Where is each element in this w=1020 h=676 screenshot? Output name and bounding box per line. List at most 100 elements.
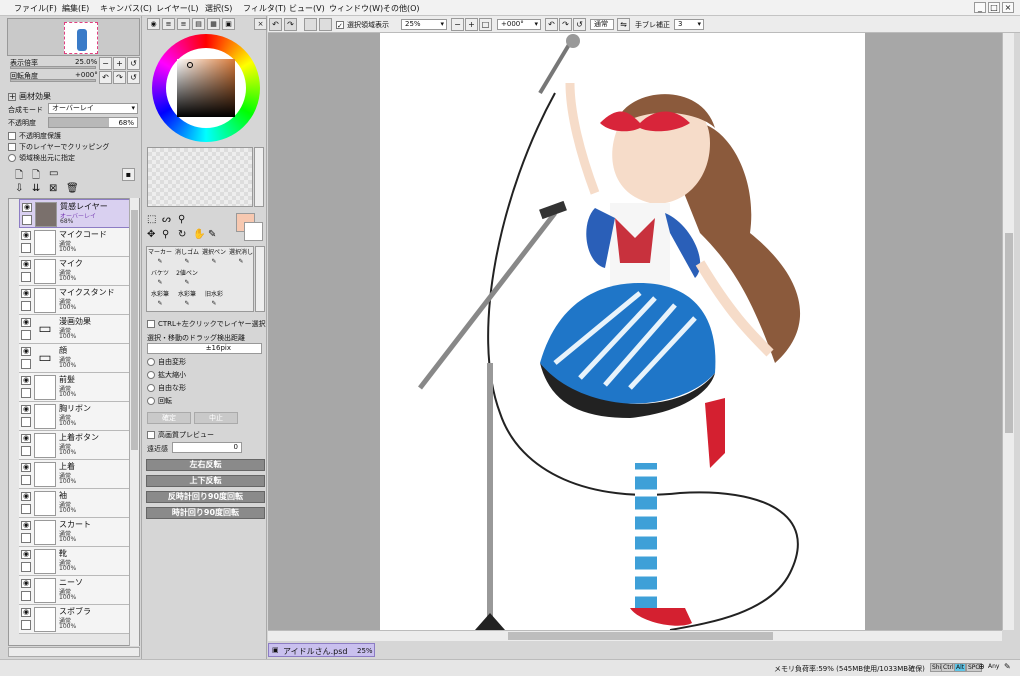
canvas-vscroll-thumb[interactable]	[1005, 233, 1013, 433]
blend-mode-select[interactable]: オーバーレイ ▾	[48, 103, 138, 114]
rect-select-icon[interactable]: ⬚	[147, 214, 156, 225]
flip-horizontal-button[interactable]: 左右反転	[146, 459, 265, 471]
merge-down-icon[interactable]: ⇊	[32, 183, 40, 194]
transform-shape[interactable]: 自由な形	[147, 383, 186, 393]
rotate-view-icon[interactable]: ↻	[178, 229, 186, 240]
clear-layer-icon[interactable]: ⊠	[49, 183, 57, 194]
menu-filter[interactable]: フィルタ(T)	[243, 3, 286, 14]
canvas-hscroll-thumb[interactable]	[508, 632, 773, 640]
hand-icon[interactable]: ✋	[193, 229, 205, 240]
layer-lock-icon[interactable]	[21, 417, 31, 427]
canvas-document[interactable]	[380, 33, 865, 630]
layer-row[interactable]: ◉ ▭ 漫画効果 通常 100%	[19, 315, 137, 344]
tool-cell[interactable]	[228, 290, 254, 310]
layer-row[interactable]: ◉ 胸リボン 通常 100%	[19, 402, 137, 431]
tool-cell[interactable]: バケツ ✎	[147, 269, 173, 289]
layer-lock-icon[interactable]	[21, 243, 31, 253]
layer-lock-icon[interactable]	[21, 504, 31, 514]
layer-lock-icon[interactable]	[21, 301, 31, 311]
tool-cell[interactable]: 水彩筆 ✎	[174, 290, 200, 310]
effects-header[interactable]: + 画材効果	[8, 91, 51, 102]
visibility-eye-icon[interactable]: ◉	[21, 492, 31, 501]
layer-row[interactable]: ◉ 上着 通常 100%	[19, 460, 137, 489]
rotate-ccw-icon[interactable]: ↶	[99, 71, 112, 84]
maximize-icon[interactable]: □	[988, 2, 1000, 13]
opt-detect-source[interactable]: 領域検出元に指定	[8, 153, 75, 163]
tool-cell[interactable]: 消しゴム ✎	[174, 248, 200, 268]
color-wheel[interactable]	[152, 34, 260, 142]
layer-lock-icon[interactable]	[21, 388, 31, 398]
tool-cell[interactable]: 旧水彩 ✎	[201, 290, 227, 310]
navigator-preview[interactable]	[7, 18, 140, 56]
visibility-eye-icon[interactable]: ◉	[21, 550, 31, 559]
new-folder-icon[interactable]: ▭	[49, 168, 58, 179]
layer-scroll-thumb[interactable]	[131, 210, 138, 450]
document-tab[interactable]: ▣ アイドルさん.psd 25%	[268, 643, 375, 657]
layer-lock-icon[interactable]	[21, 591, 31, 601]
rgb-slider-tab-icon[interactable]: ≡	[162, 18, 175, 30]
layer-row[interactable]: ◉ ▭ 顔通常 100%	[19, 344, 137, 373]
layer-lock-icon[interactable]	[21, 620, 31, 630]
layer-row[interactable]: ◉ スポブラ 通常 100%	[19, 605, 137, 634]
zoom-in-icon[interactable]: +	[113, 57, 126, 70]
layer-lock-icon[interactable]	[21, 330, 31, 340]
tool-cell[interactable]: 水彩筆 ✎	[147, 290, 173, 310]
tool-cell[interactable]: マーカー ✎	[147, 248, 173, 268]
visibility-eye-icon[interactable]: ◉	[21, 347, 31, 356]
toolbar-zoom-reset-icon[interactable]: □	[479, 18, 492, 31]
transform-rotate[interactable]: 回転	[147, 396, 172, 406]
move-icon[interactable]: ✥	[147, 229, 155, 240]
color-sv-square[interactable]	[177, 59, 235, 117]
opt-clipping[interactable]: 下のレイヤーでクリッピング	[8, 142, 109, 152]
zoom-out-icon[interactable]: −	[99, 57, 112, 70]
layer-row[interactable]: ◉ ニーソ 通常 100%	[19, 576, 137, 605]
menu-file[interactable]: ファイル(F)	[14, 3, 57, 14]
menu-window[interactable]: ウィンドウ(W)	[329, 3, 383, 14]
menu-view[interactable]: ビュー(V)	[289, 3, 325, 14]
layer-row[interactable]: ◉ スカート 通常 100%	[19, 518, 137, 547]
zoom-icon[interactable]: ⚲	[162, 229, 169, 240]
layer-row[interactable]: ◉ マイク 通常 100%	[19, 257, 137, 286]
visibility-eye-icon[interactable]: ◉	[21, 318, 31, 327]
flip-vertical-button[interactable]: 上下反転	[146, 475, 265, 487]
layer-lock-icon[interactable]	[22, 215, 32, 225]
visibility-eye-icon[interactable]: ◉	[21, 376, 31, 385]
rotate-cw-button[interactable]: 時計回り90度回転	[146, 507, 265, 519]
layer-lock-icon[interactable]	[21, 359, 31, 369]
eyedropper-icon[interactable]: ✎	[208, 229, 216, 240]
transform-scale[interactable]: 拡大縮小	[147, 370, 186, 380]
layer-lock-icon[interactable]	[21, 475, 31, 485]
hq-preview-option[interactable]: 高画質プレビュー	[147, 430, 214, 440]
navigator-viewport[interactable]	[64, 22, 98, 54]
visibility-eye-icon[interactable]: ◉	[21, 434, 31, 443]
tool-cell[interactable]	[201, 269, 227, 289]
zoom-select[interactable]: 25% ▾	[401, 19, 447, 30]
transfer-down-icon[interactable]: ⇩	[15, 183, 23, 194]
magic-wand-icon[interactable]: ⚲	[178, 214, 185, 225]
layer-panel-menu-icon[interactable]: ▪	[122, 168, 135, 181]
menu-canvas[interactable]: キャンバス(C)	[100, 3, 152, 14]
perspective-field[interactable]: 0	[172, 442, 242, 453]
scratch-scrollbar[interactable]	[254, 147, 264, 207]
visibility-eye-icon[interactable]: ◉	[21, 521, 31, 530]
lasso-icon[interactable]: ᔕ	[162, 214, 171, 225]
layer-row[interactable]: ◉ 上着ボタン 通常 100%	[19, 431, 137, 460]
redo-icon[interactable]: ↷	[284, 18, 297, 31]
cancel-button[interactable]: 中止	[194, 412, 238, 424]
layer-row[interactable]: ◉ マイクコード 通常 100%	[19, 228, 137, 257]
color-panel-close-icon[interactable]: ×	[254, 18, 267, 30]
minimize-icon[interactable]: _	[974, 2, 986, 13]
show-selection-toggle[interactable]: ✓ 選択領域表示	[336, 20, 389, 30]
flip-view-icon[interactable]: ⇋	[617, 18, 630, 31]
visibility-eye-icon[interactable]: ◉	[21, 260, 31, 269]
rotate-slider[interactable]	[10, 79, 96, 82]
layer-hscrollbar[interactable]	[8, 647, 140, 657]
toolbar-zoom-in-icon[interactable]: +	[465, 18, 478, 31]
menu-other[interactable]: その他(O)	[383, 3, 420, 14]
visibility-eye-icon[interactable]: ◉	[22, 203, 32, 212]
tool-cell[interactable]	[228, 269, 254, 289]
layer-lock-icon[interactable]	[21, 562, 31, 572]
view-mode-select[interactable]: 通常	[590, 19, 614, 30]
angle-select[interactable]: +000° ▾	[497, 19, 541, 30]
opacity-slider[interactable]: 68%	[48, 117, 138, 128]
